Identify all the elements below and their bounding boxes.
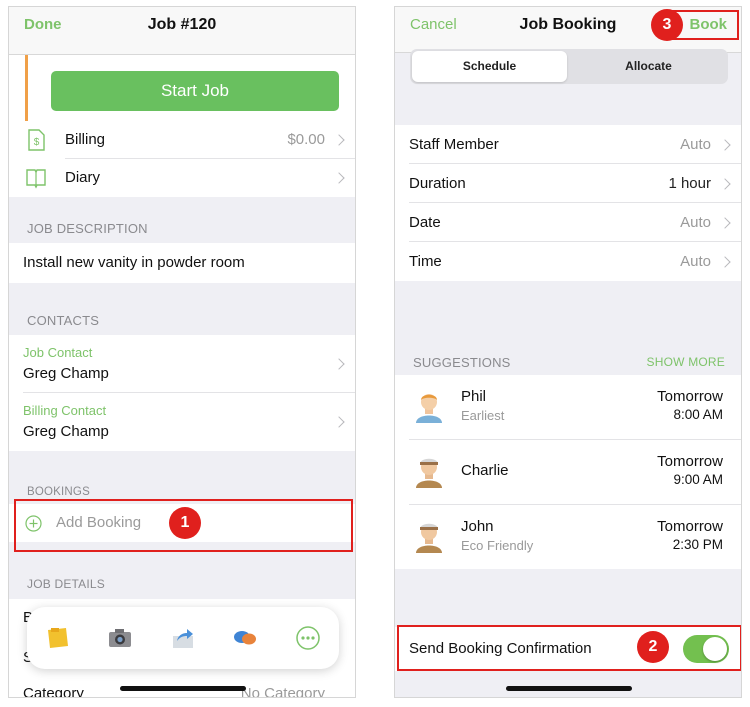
chevron-right-icon — [333, 172, 345, 184]
booking-fields-list: Staff Member Auto Duration 1 hour Date A… — [395, 125, 741, 281]
suggestion-name: Charlie — [461, 462, 509, 479]
chevron-right-icon — [333, 416, 345, 428]
job-booking-screen: Cancel Job Booking Book 3 Schedule Alloc… — [394, 6, 742, 698]
share-icon[interactable] — [170, 625, 196, 651]
billing-row[interactable]: $ Billing $0.00 — [9, 121, 355, 159]
action-toolbar — [27, 607, 339, 669]
duration-row[interactable]: Duration 1 hour — [395, 164, 741, 203]
contacts-list: Job Contact Greg Champ Billing Contact G… — [9, 335, 355, 451]
suggestion-subtitle: Earliest — [461, 408, 505, 423]
time-row[interactable]: Time Auto — [395, 242, 741, 281]
staff-member-label: Staff Member — [409, 136, 499, 153]
suggestion-day: Tomorrow — [657, 453, 723, 470]
chevron-right-icon — [719, 256, 731, 268]
category-label: Category — [23, 685, 84, 698]
billing-value: $0.00 — [287, 131, 325, 148]
chevron-right-icon — [333, 358, 345, 370]
suggestion-name: Phil — [461, 388, 487, 405]
suggestion-item[interactable]: John Eco Friendly Tomorrow 2:30 PM — [395, 505, 741, 569]
more-options-icon[interactable] — [295, 625, 321, 651]
billing-contact-label: Billing Contact — [23, 403, 107, 418]
chevron-right-icon — [333, 134, 345, 146]
status-indicator-bar — [25, 55, 28, 121]
sticky-note-icon[interactable] — [45, 625, 71, 651]
suggestion-time: 2:30 PM — [672, 537, 723, 552]
avatar — [416, 458, 442, 488]
job-contact-label: Job Contact — [23, 345, 93, 360]
job-links-group: $ Billing $0.00 Diary — [9, 121, 355, 197]
job-contact-name: Greg Champ — [23, 365, 109, 382]
chevron-right-icon — [719, 139, 731, 151]
suggestions-list: Phil Earliest Tomorrow 8:00 AM Charlie T… — [395, 375, 741, 569]
chevron-right-icon — [719, 178, 731, 190]
job-description-row[interactable]: Install new vanity in powder room — [9, 243, 355, 283]
billing-label: Billing — [65, 131, 106, 148]
job-detail-screen: Done Job #120 Start Job $ Billing $0.00 … — [8, 6, 356, 698]
suggestion-time: 9:00 AM — [673, 472, 723, 487]
suggestion-item[interactable]: Phil Earliest Tomorrow 8:00 AM — [395, 375, 741, 439]
billing-document-icon: $ — [28, 129, 45, 151]
billing-contact-name: Greg Champ — [23, 423, 109, 440]
schedule-allocate-segmented-control: Schedule Allocate — [410, 49, 728, 84]
suggestion-day: Tomorrow — [657, 518, 723, 535]
avatar — [416, 523, 442, 553]
diary-label: Diary — [65, 169, 101, 186]
highlight-box-confirmation — [397, 625, 741, 671]
suggestion-day: Tomorrow — [657, 388, 723, 405]
date-row[interactable]: Date Auto — [395, 203, 741, 242]
home-indicator — [506, 686, 632, 691]
chat-icon[interactable] — [232, 625, 258, 651]
home-indicator — [120, 686, 246, 691]
suggestion-item[interactable]: Charlie Tomorrow 9:00 AM — [395, 440, 741, 504]
bookings-header: BOOKINGS — [27, 486, 90, 498]
category-value: No Category — [240, 685, 325, 698]
avatar — [416, 394, 442, 423]
job-description-text: Install new vanity in powder room — [23, 254, 245, 271]
show-more-link[interactable]: SHOW MORE — [647, 355, 725, 369]
duration-label: Duration — [409, 175, 466, 192]
staff-member-row[interactable]: Staff Member Auto — [395, 125, 741, 164]
contacts-header: CONTACTS — [27, 313, 100, 328]
segment-schedule[interactable]: Schedule — [412, 51, 567, 82]
job-contact-row[interactable]: Job Contact Greg Champ — [9, 335, 355, 393]
camera-icon[interactable] — [107, 625, 133, 651]
start-job-section: Start Job — [9, 55, 355, 121]
chevron-right-icon — [719, 217, 731, 229]
page-title: Job #120 — [147, 16, 217, 33]
step-badge-1: 1 — [169, 507, 201, 539]
suggestion-subtitle: Eco Friendly — [461, 538, 534, 553]
time-value: Auto — [680, 253, 711, 270]
step-badge-3: 3 — [651, 9, 683, 41]
date-label: Date — [409, 214, 441, 231]
segment-allocate[interactable]: Allocate — [571, 51, 726, 82]
staff-member-value: Auto — [680, 136, 711, 153]
billing-contact-row[interactable]: Billing Contact Greg Champ — [9, 393, 355, 451]
duration-value: 1 hour — [668, 175, 711, 192]
job-details-header: JOB DETAILS — [27, 577, 105, 591]
suggestion-time: 8:00 AM — [673, 407, 723, 422]
time-label: Time — [409, 253, 442, 270]
start-job-button[interactable]: Start Job — [51, 71, 339, 111]
book-icon — [26, 169, 46, 189]
nav-bar: Done Job #120 — [9, 7, 355, 55]
date-value: Auto — [680, 214, 711, 231]
suggestion-name: John — [461, 518, 494, 535]
step-badge-2: 2 — [637, 631, 669, 663]
svg-text:$: $ — [34, 137, 40, 148]
job-description-header: JOB DESCRIPTION — [27, 221, 148, 236]
diary-row[interactable]: Diary — [9, 159, 355, 197]
suggestions-header: SUGGESTIONS — [413, 355, 511, 370]
